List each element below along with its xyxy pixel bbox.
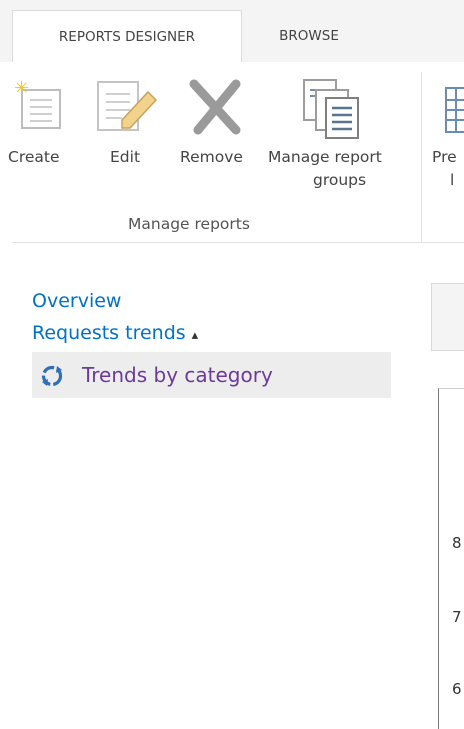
- y-axis-tick-8: 8: [452, 534, 462, 552]
- collapse-sort-icon[interactable]: ▴: [192, 328, 199, 343]
- ribbon: ✳ Create Edit Remove Manage report group…: [0, 62, 464, 242]
- tab-reports-designer[interactable]: REPORTS DESIGNER: [12, 10, 242, 62]
- manage-report-groups-button[interactable]: Manage report groups: [266, 78, 416, 208]
- remove-icon: [189, 79, 241, 135]
- refresh-icon: [41, 365, 63, 387]
- edit-report-icon: [97, 81, 158, 131]
- ribbon-group-separator: [421, 72, 422, 242]
- nav-link-requests-trends[interactable]: Requests trends ▴: [32, 322, 198, 344]
- ribbon-divider: [12, 242, 464, 243]
- remove-button[interactable]: Remove: [176, 78, 260, 208]
- preview-icon: [445, 87, 464, 133]
- y-axis-tick-6: 6: [452, 680, 462, 698]
- nav-link-overview[interactable]: Overview: [32, 290, 121, 312]
- ribbon-tab-bar: REPORTS DESIGNER BROWSE: [0, 0, 464, 62]
- chart-frame: [438, 388, 464, 729]
- create-label: Create: [8, 148, 60, 166]
- remove-label: Remove: [180, 148, 243, 166]
- preview-button[interactable]: Pre l: [430, 78, 464, 208]
- preview-label-line2: l: [450, 171, 455, 189]
- tab-browse[interactable]: BROWSE: [254, 10, 364, 62]
- y-axis-tick-7: 7: [452, 608, 462, 626]
- nav-item-trends-by-category[interactable]: Trends by category: [32, 352, 391, 398]
- create-report-icon: ✳: [14, 78, 61, 129]
- edit-button[interactable]: Edit: [96, 78, 166, 208]
- create-button[interactable]: ✳ Create: [8, 78, 78, 208]
- nav-item-trends-by-category-label: Trends by category: [82, 363, 273, 387]
- manage-groups-icon: [303, 79, 359, 139]
- ribbon-group-label: Manage reports: [128, 215, 250, 233]
- nav-link-requests-trends-label: Requests trends: [32, 322, 186, 344]
- manage-report-groups-label-line2: groups: [313, 171, 367, 189]
- edit-label: Edit: [110, 148, 141, 166]
- svg-text:✳: ✳: [14, 78, 29, 99]
- preview-label-line1: Pre: [432, 148, 457, 166]
- manage-report-groups-label-line1: Manage report: [268, 148, 382, 166]
- filter-panel[interactable]: [431, 283, 464, 351]
